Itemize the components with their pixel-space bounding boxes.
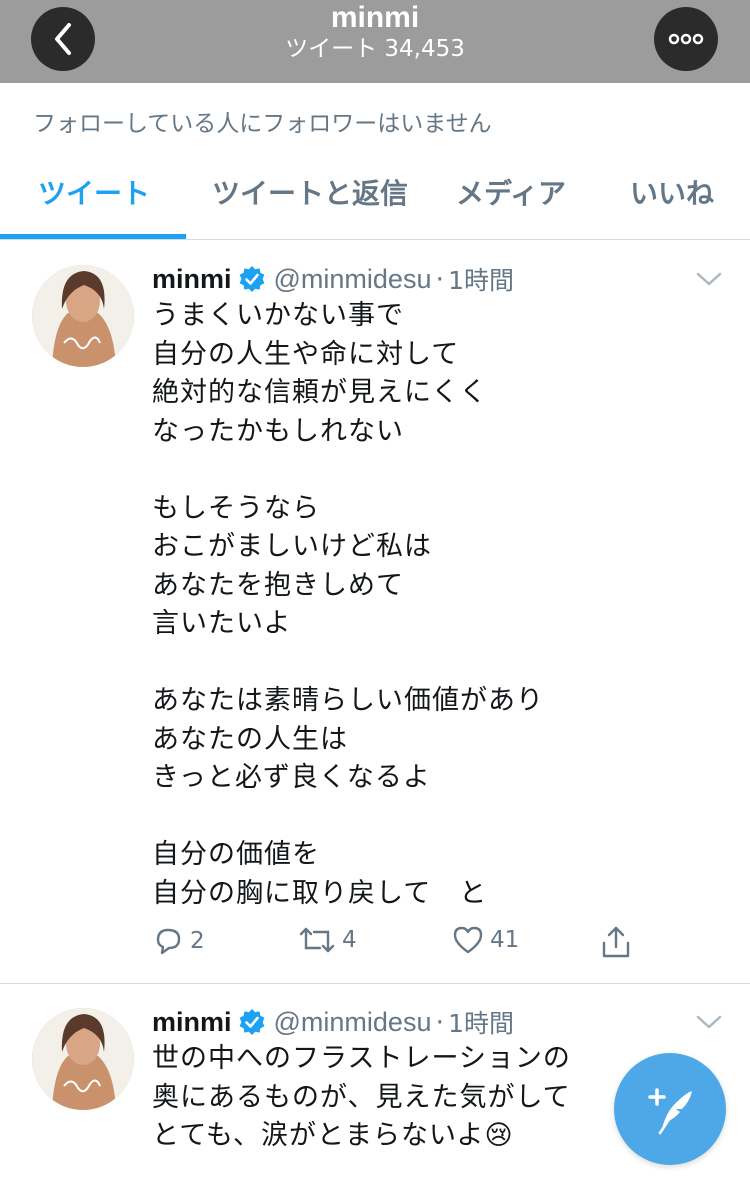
compose-tweet-button[interactable]: [614, 1053, 726, 1165]
tab-tweets[interactable]: ツイート: [38, 176, 150, 212]
compose-tweet-icon: [648, 1088, 692, 1135]
reply-count: 2: [190, 928, 205, 954]
retweet-icon: [299, 927, 335, 953]
heart-icon: [453, 926, 483, 954]
tab-media[interactable]: メディア: [456, 176, 566, 212]
more-horizontal-icon: [668, 33, 704, 45]
display-name[interactable]: minmi: [152, 264, 232, 295]
profile-header-bar: minmi ツイート 34,453: [0, 0, 750, 83]
active-tab-indicator: [0, 234, 186, 239]
share-icon: [602, 926, 630, 958]
more-button[interactable]: [654, 7, 718, 71]
like-button[interactable]: 41: [452, 925, 519, 955]
tweet-timestamp[interactable]: 1時間: [448, 1004, 514, 1040]
profile-tabs: ツイート ツイートと返信 メディア いいね: [0, 150, 750, 240]
tweet[interactable]: minmi @minmidesu · 1時間 うまくいかない事で 自分の人生や命…: [0, 241, 750, 983]
verified-badge-icon: [239, 266, 264, 292]
separator-dot: ·: [435, 263, 445, 295]
avatar[interactable]: [32, 265, 134, 367]
user-handle[interactable]: @minmidesu: [274, 264, 432, 295]
tab-tweets-and-replies[interactable]: ツイートと返信: [212, 176, 408, 212]
tweet-actions: 2 4 41: [0, 925, 750, 965]
header-tweet-count: ツイート 34,453: [285, 36, 465, 62]
reply-button[interactable]: 2: [152, 925, 205, 957]
tweet-header: minmi @minmidesu · 1時間: [152, 261, 514, 297]
followers-you-know-note: フォローしている人にフォロワーはいません: [33, 111, 492, 137]
like-count: 41: [490, 927, 520, 953]
share-button[interactable]: [600, 925, 632, 959]
user-handle[interactable]: @minmidesu: [274, 1007, 432, 1038]
tweet-text: うまくいかない事で 自分の人生や命に対して 絶対的な信頼が見えにくく なったかも…: [152, 300, 544, 909]
tab-likes[interactable]: いいね: [630, 176, 714, 212]
verified-badge-icon: [239, 1009, 264, 1035]
retweet-button[interactable]: 4: [298, 925, 357, 955]
tweet-header: minmi @minmidesu · 1時間: [152, 1004, 514, 1040]
chevron-down-icon[interactable]: [694, 269, 724, 289]
display-name[interactable]: minmi: [152, 1007, 232, 1038]
retweet-count: 4: [342, 927, 357, 953]
tweet-timestamp[interactable]: 1時間: [448, 261, 514, 297]
header-title: minmi: [330, 1, 420, 34]
separator-dot: ·: [435, 1006, 445, 1038]
avatar[interactable]: [32, 1008, 134, 1110]
chevron-down-icon[interactable]: [694, 1012, 724, 1032]
reply-icon: [156, 928, 181, 955]
